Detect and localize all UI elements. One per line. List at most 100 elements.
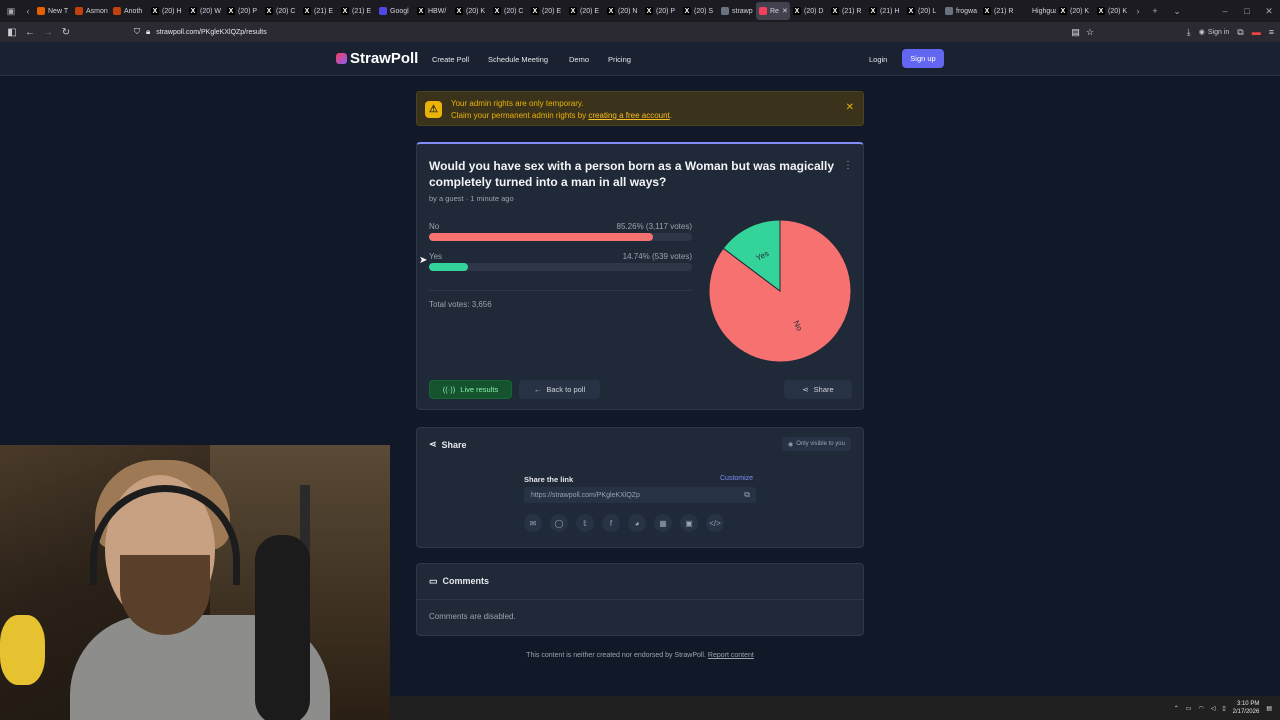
live-results-button[interactable]: ((·)) Live results xyxy=(429,380,512,399)
system-clock[interactable]: 3:10 PM 2/17/2026 xyxy=(1233,700,1260,716)
tab-label: (20) W xyxy=(200,7,221,15)
browser-tab[interactable]: X (20) E xyxy=(528,2,566,20)
microphone xyxy=(255,535,310,720)
browser-tab[interactable]: X (20) E xyxy=(566,2,604,20)
browser-tab[interactable]: X (21) E xyxy=(300,2,338,20)
browser-tab[interactable]: X HBW/ xyxy=(414,2,452,20)
browser-tab[interactable]: X (20) L xyxy=(904,2,942,20)
back-arrow-icon[interactable]: ← xyxy=(21,23,39,41)
browser-tab[interactable]: X (21) R xyxy=(828,2,866,20)
sidebar-toggle-icon[interactable]: ◧ xyxy=(3,23,21,41)
address-bar[interactable]: ⛉ 🔒︎ strawpoll.com/PKgleKXlQZp/results ▤… xyxy=(134,23,1094,41)
option-label: No xyxy=(429,222,440,231)
nav-pricing[interactable]: Pricing xyxy=(608,55,631,64)
embed-box-icon[interactable]: ▣ xyxy=(680,514,698,532)
reader-view-icon[interactable]: ▤ xyxy=(1071,27,1080,38)
bookmark-star-icon[interactable]: ☆ xyxy=(1086,27,1094,38)
download-icon[interactable]: ⤓ xyxy=(1187,27,1191,38)
browser-tab[interactable]: New T xyxy=(34,2,72,20)
minimize-window-icon[interactable]: – xyxy=(1214,0,1236,22)
share-icon: ⋖ xyxy=(802,385,809,394)
browser-tab[interactable]: X (20) N xyxy=(604,2,642,20)
reload-icon[interactable]: ↻ xyxy=(57,23,75,41)
clock-time: 3:10 PM xyxy=(1236,701,1260,707)
browser-tab[interactable]: Asmon xyxy=(72,2,110,20)
x-icon: X xyxy=(983,7,991,15)
copy-icon[interactable]: ⧉ xyxy=(744,490,750,500)
browser-tab[interactable]: Re ✕ xyxy=(756,2,790,20)
tab-label: (20) K xyxy=(1070,7,1090,15)
battery-icon[interactable]: ▯ xyxy=(1222,705,1225,712)
x-icon: X xyxy=(1059,7,1067,15)
tab-scroll-right-icon[interactable]: › xyxy=(1132,0,1144,22)
email-icon[interactable]: ✉ xyxy=(524,514,542,532)
comments-heading: ▭ Comments xyxy=(429,576,489,587)
nav-create-poll[interactable]: Create Poll xyxy=(432,55,469,64)
browser-tab[interactable]: X (21) R xyxy=(980,2,1018,20)
customize-link[interactable]: Customize xyxy=(720,475,753,482)
browser-tab[interactable]: X (20) H xyxy=(148,2,186,20)
browser-tab[interactable]: Anoth xyxy=(110,2,148,20)
notification-icon[interactable]: ▤ xyxy=(1266,705,1272,712)
eye-icon: ◉ xyxy=(788,441,794,448)
share-button[interactable]: ⋖ Share xyxy=(784,380,852,399)
tab-label: Anoth xyxy=(124,7,143,15)
browser-tab[interactable]: strawp xyxy=(718,2,756,20)
mouse-cursor: ➤ xyxy=(419,255,428,266)
network-icon[interactable]: ▭ xyxy=(1186,705,1192,712)
chevron-up-icon[interactable]: ⌃ xyxy=(1174,705,1179,712)
browser-tab[interactable]: X (20) P xyxy=(224,2,262,20)
menu-icon[interactable]: ≡ xyxy=(1269,27,1274,37)
close-tab-icon[interactable]: ✕ xyxy=(782,7,788,15)
browser-tab[interactable]: X (20) C xyxy=(490,2,528,20)
nav-schedule-meeting[interactable]: Schedule Meeting xyxy=(488,55,548,64)
browser-tab[interactable]: X (21) E xyxy=(338,2,376,20)
twitter-icon[interactable]: 𝕥 xyxy=(576,514,594,532)
new-tab-icon[interactable]: + xyxy=(1144,0,1166,22)
browser-tab[interactable]: X (20) D xyxy=(790,2,828,20)
browser-tab[interactable]: X (20) C xyxy=(262,2,300,20)
tab-list-dropdown-icon[interactable]: ⌄ xyxy=(1166,0,1188,22)
qr-code-icon[interactable]: ▦ xyxy=(654,514,672,532)
browser-tab[interactable]: X (20) W xyxy=(186,2,224,20)
browser-tab[interactable]: X (21) H xyxy=(866,2,904,20)
browser-tab[interactable]: X (20) S xyxy=(680,2,718,20)
wifi-icon[interactable]: ◠ xyxy=(1198,705,1203,712)
browser-tab[interactable]: X (20) P xyxy=(642,2,680,20)
forward-arrow-icon[interactable]: → xyxy=(39,23,57,41)
tab-label: (20) L xyxy=(918,7,937,15)
account-sign-in[interactable]: ◉ Sign in xyxy=(1199,28,1230,37)
reddit-icon[interactable]: ◕ xyxy=(628,514,646,532)
signup-button[interactable]: Sign up xyxy=(902,49,944,68)
browser-tab[interactable]: frogwa xyxy=(942,2,980,20)
extensions-icon[interactable]: ⧉ xyxy=(1237,27,1243,38)
report-content-link[interactable]: Report content xyxy=(708,652,754,659)
create-account-link[interactable]: creating a free account xyxy=(588,111,669,120)
close-alert-icon[interactable]: ✕ xyxy=(846,102,854,113)
whatsapp-icon[interactable]: ◯ xyxy=(550,514,568,532)
facebook-icon[interactable]: f xyxy=(602,514,620,532)
browser-tab[interactable]: Highguar xyxy=(1018,2,1056,20)
x-icon: X xyxy=(227,7,235,15)
x-icon: X xyxy=(341,7,349,15)
maximize-window-icon[interactable]: □ xyxy=(1236,0,1258,22)
close-window-icon[interactable]: ✕ xyxy=(1258,0,1280,22)
extension-badge-icon[interactable]: ▬ xyxy=(1252,27,1261,37)
share-link-input[interactable]: https://strawpoll.com/PKgleKXlQZp ⧉ xyxy=(524,487,756,503)
nav-demo[interactable]: Demo xyxy=(569,55,589,64)
back-to-poll-button[interactable]: ← Back to poll xyxy=(519,380,600,399)
volume-icon[interactable]: ◁ xyxy=(1211,705,1216,712)
code-icon[interactable]: </> xyxy=(706,514,724,532)
more-options-icon[interactable]: ⋮ xyxy=(843,160,853,172)
comments-status: Comments are disabled. xyxy=(429,612,516,621)
browser-tab[interactable]: X (20) K xyxy=(1056,2,1094,20)
strawpoll-logo[interactable]: StrawPoll xyxy=(336,50,418,67)
shield-icon[interactable]: ⛉ xyxy=(134,27,140,37)
browser-tab[interactable]: X (20) K xyxy=(452,2,490,20)
tab-scroll-left-icon[interactable]: ‹ xyxy=(22,0,34,22)
browser-tab[interactable]: Googl xyxy=(376,2,414,20)
login-link[interactable]: Login xyxy=(869,55,887,64)
tab-overview-icon[interactable]: ▣ xyxy=(0,0,22,22)
browser-tab[interactable]: X (20) K xyxy=(1094,2,1132,20)
lock-icon[interactable]: 🔒︎ xyxy=(146,27,150,37)
